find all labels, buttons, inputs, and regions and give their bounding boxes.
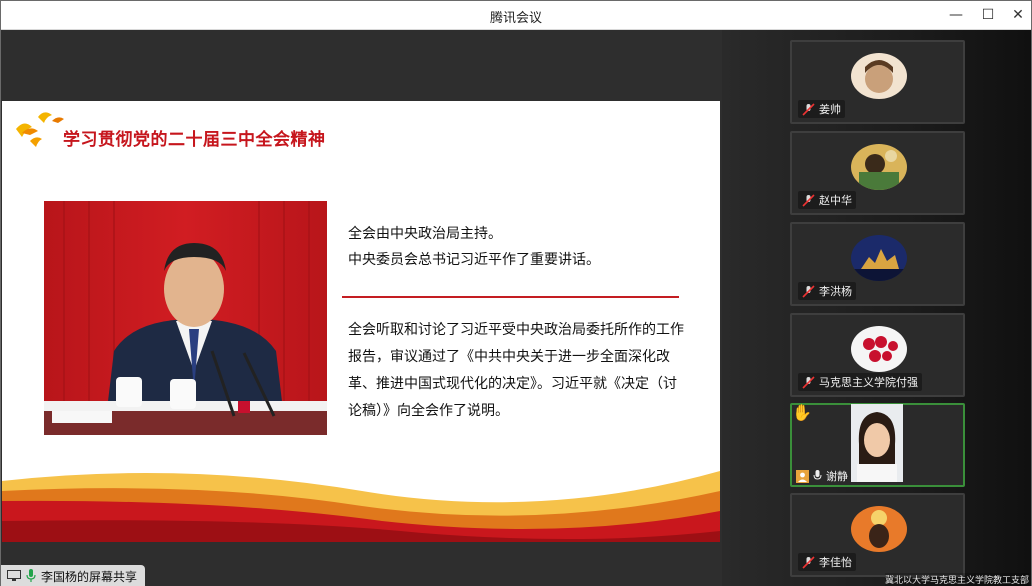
- participant-name: 谢静: [826, 470, 848, 483]
- slide-paragraph: 全会听取和讨论了习近平受中央政治局委托所作的工作报告，审议通过了《中共中央关于进…: [348, 322, 684, 419]
- participant-name: 赵中华: [819, 194, 852, 207]
- mic-muted-icon: [802, 284, 815, 298]
- title-bar: 腾讯会议 — ☐ ✕: [1, 1, 1031, 30]
- meeting-window: 腾讯会议 — ☐ ✕ 学习贯彻党的二十届三中全会精神 全会由中央政治局主持。 中…: [0, 0, 1032, 586]
- participant-tile[interactable]: 赵中华: [790, 131, 965, 215]
- participant-name-tag: 马克思主义学院付强: [798, 373, 922, 391]
- bottom-caption: 冀北以大学马克思主义学院教工支部: [884, 573, 1029, 586]
- raised-hand-icon: ✋: [792, 403, 812, 422]
- window-title: 腾讯会议: [489, 11, 542, 26]
- participant-tile[interactable]: 李佳怡: [790, 493, 965, 577]
- participant-name-tag: 赵中华: [798, 191, 856, 209]
- screen-share-indicator[interactable]: 李国杨的屏幕共享: [1, 565, 146, 586]
- participant-name: 李佳怡: [819, 556, 852, 569]
- participant-name: 马克思主义学院付强: [819, 376, 918, 389]
- avatar: [851, 53, 907, 99]
- mic-muted-icon: [802, 555, 815, 569]
- participant-panel: 姜帅 赵中华 李洪杨 马克思主义学院付强 ✋ 谢静 李佳怡 冀北以大学马克思主义…: [722, 30, 1031, 586]
- participant-tile-active[interactable]: ✋ 谢静: [790, 403, 965, 487]
- participant-name-tag: 李佳怡: [798, 553, 856, 571]
- screen-share-icon: [7, 570, 21, 581]
- slide-title: 学习贯彻党的二十届三中全会精神: [63, 130, 326, 150]
- mic-muted-icon: [802, 102, 815, 116]
- participant-name: 李洪杨: [819, 285, 852, 298]
- presentation-slide: 学习贯彻党的二十届三中全会精神 全会由中央政治局主持。 中央委员会总书记习近平作…: [2, 101, 720, 542]
- participant-name-tag: 谢静: [792, 467, 852, 485]
- plenum-photo: [44, 201, 327, 435]
- decorative-waves: [2, 471, 720, 542]
- mic-muted-icon: [802, 193, 815, 207]
- avatar: [851, 235, 907, 281]
- person-icon: [796, 469, 809, 483]
- mic-icon: [26, 569, 36, 582]
- avatar: [851, 144, 907, 190]
- shared-screen-area: 学习贯彻党的二十届三中全会精神 全会由中央政治局主持。 中央委员会总书记习近平作…: [1, 30, 722, 586]
- slide-line-1: 全会由中央政治局主持。: [348, 226, 502, 242]
- slide-line-2: 中央委员会总书记习近平作了重要讲话。: [348, 252, 600, 268]
- participant-video: [851, 404, 903, 482]
- screen-share-label: 李国杨的屏幕共享: [41, 569, 138, 584]
- minimize-button[interactable]: —: [945, 5, 967, 25]
- participant-tile[interactable]: 李洪杨: [790, 222, 965, 306]
- avatar: [851, 326, 907, 372]
- participant-tile[interactable]: 姜帅: [790, 40, 965, 124]
- close-button[interactable]: ✕: [1007, 5, 1029, 25]
- slide-divider: [342, 296, 679, 298]
- participant-name: 姜帅: [819, 103, 841, 116]
- doves-icon: [16, 112, 64, 147]
- participant-tile[interactable]: 马克思主义学院付强: [790, 313, 965, 397]
- mic-icon: [813, 470, 822, 480]
- participant-name-tag: 姜帅: [798, 100, 845, 118]
- mic-muted-icon: [802, 375, 815, 389]
- maximize-button[interactable]: ☐: [977, 5, 999, 25]
- avatar: [851, 506, 907, 552]
- participant-name-tag: 李洪杨: [798, 282, 856, 300]
